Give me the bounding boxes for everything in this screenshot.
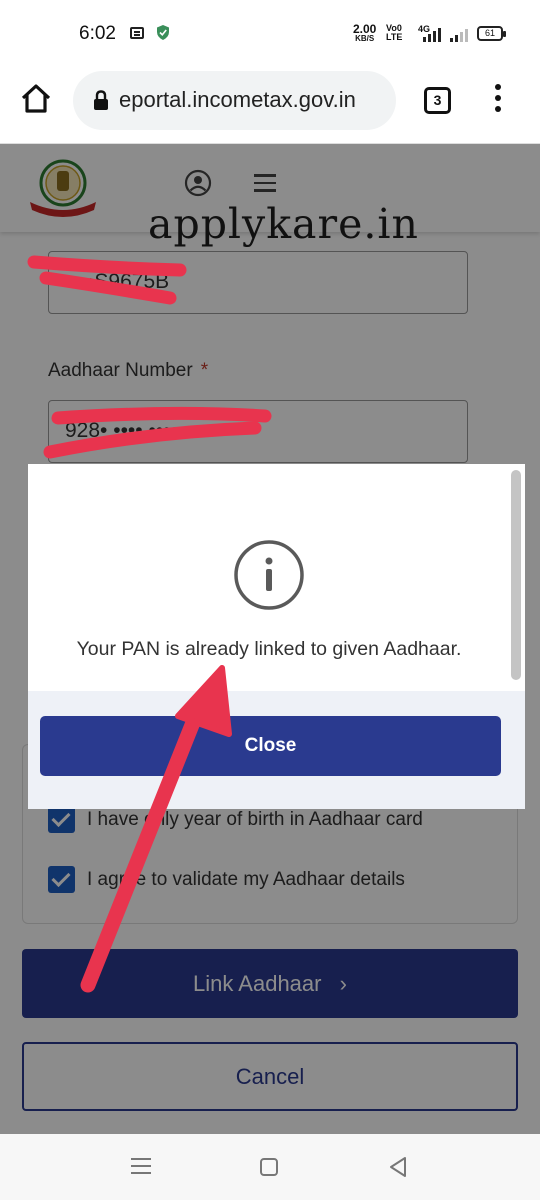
network-speed: 2.00 KB/S — [353, 23, 376, 44]
dialog-footer: Close — [28, 691, 525, 809]
back-icon[interactable] — [388, 1156, 408, 1178]
volte-line-2: LTE — [386, 32, 403, 42]
home-icon[interactable] — [19, 82, 53, 116]
status-time: 6:02 — [79, 23, 116, 44]
recent-apps-icon[interactable] — [131, 1158, 151, 1174]
dialog-scrollbar[interactable] — [511, 470, 521, 680]
browser-toolbar: eportal.incometax.gov.in 3 — [0, 68, 540, 144]
dialog-body: Your PAN is already linked to given Aadh… — [28, 464, 525, 691]
lock-icon — [94, 90, 108, 110]
watermark-text: applykare.in — [148, 200, 419, 248]
battery-icon: 61 — [477, 26, 506, 41]
signal-icon — [423, 26, 441, 42]
info-icon — [234, 540, 304, 610]
status-bar: 6:02 2.00 KB/S Vo0 LTE 4G 61 — [0, 0, 540, 68]
network-speed-unit: KB/S — [355, 34, 375, 43]
system-nav-bar — [0, 1134, 540, 1200]
home-nav-icon[interactable] — [260, 1158, 278, 1176]
url-text: eportal.incometax.gov.in — [119, 87, 356, 112]
tabs-button[interactable]: 3 — [424, 87, 451, 114]
volte-indicator: Vo0 LTE — [386, 24, 402, 42]
address-bar[interactable]: eportal.incometax.gov.in — [73, 71, 396, 130]
signal-2-icon — [450, 26, 468, 42]
info-dialog: Your PAN is already linked to given Aadh… — [28, 464, 525, 809]
shield-check-icon — [157, 25, 169, 40]
dialog-message: Your PAN is already linked to given Aadh… — [76, 638, 462, 660]
message-notification-icon — [130, 27, 144, 39]
more-menu-icon[interactable] — [494, 84, 502, 118]
close-button[interactable]: Close — [40, 716, 501, 776]
